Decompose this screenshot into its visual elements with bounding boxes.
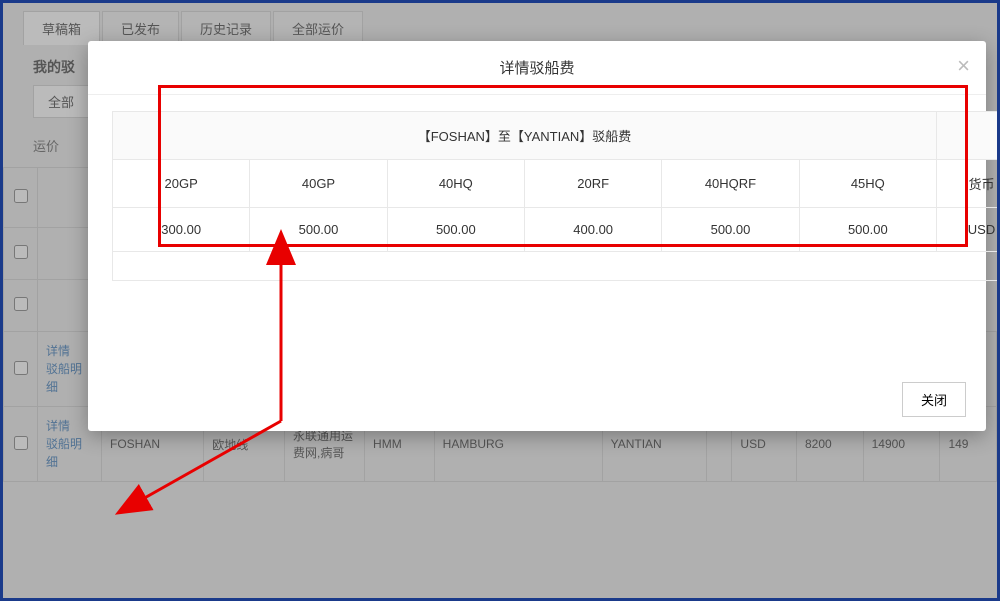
close-icon[interactable]: × xyxy=(957,55,970,77)
close-button[interactable]: 关闭 xyxy=(902,382,966,417)
modal-title: 详情驳船费 xyxy=(499,60,574,77)
annotation-highlight-box xyxy=(158,85,968,247)
